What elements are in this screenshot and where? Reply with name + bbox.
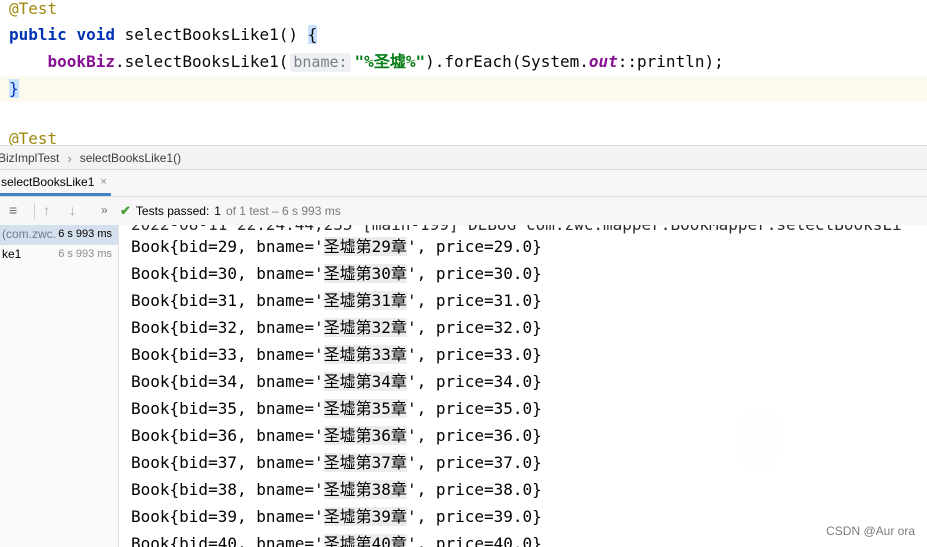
method-call: .selectBooksLike1( — [114, 52, 289, 71]
console-line: Book{bid=30, bname='圣墟第30章', price=30.0} — [131, 264, 542, 284]
console-line-suffix: ', price=29.0} — [406, 237, 542, 256]
console-line-bname: 圣墟第29章 — [323, 237, 407, 256]
test-status: ✔ Tests passed: 1 of 1 test – 6 s 993 ms — [120, 203, 341, 219]
console-line-suffix: ', price=38.0} — [406, 480, 542, 499]
tree-item-time: 6 s 993 ms — [58, 248, 112, 260]
console-line: Book{bid=40, bname='圣墟第40章', price=40.0} — [131, 534, 542, 547]
code-line-body: bookBiz.selectBooksLike1(bname: "%圣墟%").f… — [9, 51, 724, 75]
arrow-down-icon[interactable]: ↓ — [69, 202, 76, 218]
console-line-prefix: Book{bid=29, bname=' — [131, 237, 324, 256]
test-runner-toolbar: ≡ ↑ ↓ » ✔ Tests passed: 1 of 1 test – 6 … — [0, 196, 927, 226]
breadcrumb-class[interactable]: kBizImplTest — [0, 151, 59, 165]
arrow-up-icon[interactable]: ↑ — [43, 202, 50, 218]
parameter-hint: bname: — [290, 53, 351, 72]
console-line-bname: 圣墟第39章 — [323, 507, 407, 526]
status-count: 1 — [214, 204, 221, 218]
breadcrumb-separator: › — [67, 150, 72, 166]
close-icon[interactable]: × — [100, 176, 106, 188]
console-line-prefix: Book{bid=37, bname=' — [131, 453, 324, 472]
keyword-void: void — [76, 25, 115, 44]
console-line-bname: 圣墟第34章 — [323, 372, 407, 391]
tree-item-time: 6 s 993 ms — [58, 228, 112, 240]
console-line: Book{bid=36, bname='圣墟第36章', price=36.0} — [131, 426, 542, 446]
tab-label: selectBooksLike1 — [1, 174, 95, 189]
console-line: Book{bid=33, bname='圣墟第33章', price=33.0} — [131, 345, 542, 365]
console-line-bname: 圣墟第30章 — [323, 264, 407, 283]
static-field-out: out — [588, 52, 618, 71]
test-tree: (com.zwc. 6 s 993 ms ke1 6 s 993 ms — [0, 225, 119, 547]
sort-icon[interactable]: ≡ — [9, 202, 17, 218]
current-line-highlight — [0, 76, 927, 102]
method-name: selectBooksLike1() — [114, 25, 308, 44]
status-suffix: of 1 test – 6 s 993 ms — [225, 204, 341, 218]
console-line-bname: 圣墟第38章 — [323, 480, 407, 499]
console-line-bname: 圣墟第31章 — [323, 291, 407, 310]
console-line-prefix: Book{bid=40, bname=' — [131, 534, 324, 547]
console-line: Book{bid=34, bname='圣墟第34章', price=34.0} — [131, 372, 542, 392]
tree-item-name: (com.zwc. — [2, 227, 56, 241]
console-line-suffix: ', price=31.0} — [406, 291, 542, 310]
console-line: Book{bid=29, bname='圣墟第29章', price=29.0} — [131, 237, 542, 257]
tab-selectbookslike1[interactable]: selectBooksLike1 × — [0, 170, 111, 196]
breadcrumb-method[interactable]: selectBooksLike1() — [80, 151, 181, 165]
console-line-bname: 圣墟第35章 — [323, 399, 407, 418]
console-line-suffix: ', price=37.0} — [406, 453, 542, 472]
console-line: Book{bid=31, bname='圣墟第31章', price=31.0} — [131, 291, 542, 311]
test-annotation: @Test — [9, 0, 58, 18]
console-line-prefix: Book{bid=34, bname=' — [131, 372, 324, 391]
console-line-suffix: ', price=33.0} — [406, 345, 542, 364]
tree-row-test[interactable]: ke1 6 s 993 ms — [0, 245, 118, 265]
more-icon[interactable]: » — [101, 202, 108, 218]
code-editor[interactable]: @Test public void selectBooksLike1() { b… — [0, 0, 927, 145]
console-line-bname: 圣墟第36章 — [323, 426, 407, 445]
console-line: Book{bid=37, bname='圣墟第37章', price=37.0} — [131, 453, 542, 473]
field-bookbiz: bookBiz — [47, 52, 115, 71]
console-line-suffix: ', price=36.0} — [406, 426, 542, 445]
code-line-close: } — [9, 78, 19, 102]
code-line-annotation: @Test — [9, 0, 57, 22]
code-line-method-signature: public void selectBooksLike1() { — [9, 24, 318, 48]
breadcrumb: kBizImplTest › selectBooksLike1() — [0, 145, 927, 170]
tree-row-root[interactable]: (com.zwc. 6 s 993 ms — [0, 225, 118, 245]
console-line-bname: 圣墟第33章 — [323, 345, 407, 364]
console-output[interactable]: 2022-08-11 22:24:44,235 [main-199] DEBUG… — [119, 225, 927, 547]
open-brace: { — [307, 25, 318, 44]
check-icon: ✔ — [120, 203, 131, 218]
console-line: Book{bid=32, bname='圣墟第32章', price=32.0} — [131, 318, 542, 338]
console-line-prefix: Book{bid=33, bname=' — [131, 345, 324, 364]
keyword-public: public — [9, 25, 67, 44]
toolbar-divider — [34, 203, 35, 219]
console-line-prefix: Book{bid=32, bname=' — [131, 318, 324, 337]
status-prefix: Tests passed: — [135, 204, 210, 218]
console-line-suffix: ', price=32.0} — [406, 318, 542, 337]
console-line-suffix: ', price=39.0} — [406, 507, 542, 526]
console-line-suffix: ', price=40.0} — [406, 534, 542, 547]
console-line-bname: 圣墟第32章 — [323, 318, 407, 337]
console-line-prefix: Book{bid=38, bname=' — [131, 480, 324, 499]
method-reference: ::println); — [617, 52, 724, 71]
watermark: CSDN @Aur ora — [826, 524, 915, 538]
console-line: Book{bid=39, bname='圣墟第39章', price=39.0} — [131, 507, 542, 527]
console-line-suffix: ', price=30.0} — [406, 264, 542, 283]
console-line: Book{bid=35, bname='圣墟第35章', price=35.0} — [131, 399, 542, 419]
code-line-next-annotation: @Test — [9, 129, 58, 146]
console-line-bname: 圣墟第40章 — [323, 534, 407, 547]
console-line-prefix: Book{bid=35, bname=' — [131, 399, 324, 418]
console-line: Book{bid=38, bname='圣墟第38章', price=38.0} — [131, 480, 542, 500]
close-brace: } — [9, 79, 19, 98]
console-line-suffix: ', price=35.0} — [406, 399, 542, 418]
tree-item-name: ke1 — [2, 247, 22, 261]
run-tab-bar: selectBooksLike1 × — [0, 169, 927, 196]
console-line-prefix: Book{bid=36, bname=' — [131, 426, 324, 445]
log-header-line: 2022-08-11 22:24:44,235 [main-199] DEBUG… — [131, 225, 902, 235]
foreach-call: ).forEach(System. — [425, 52, 589, 71]
console-line-prefix: Book{bid=30, bname=' — [131, 264, 324, 283]
console-line-suffix: ', price=34.0} — [406, 372, 542, 391]
next-test-annotation: @Test — [9, 129, 58, 146]
console-line-bname: 圣墟第37章 — [323, 453, 407, 472]
console-line-prefix: Book{bid=31, bname=' — [131, 291, 324, 310]
console-line-prefix: Book{bid=39, bname=' — [131, 507, 324, 526]
string-argument: "%圣墟%" — [354, 52, 426, 71]
